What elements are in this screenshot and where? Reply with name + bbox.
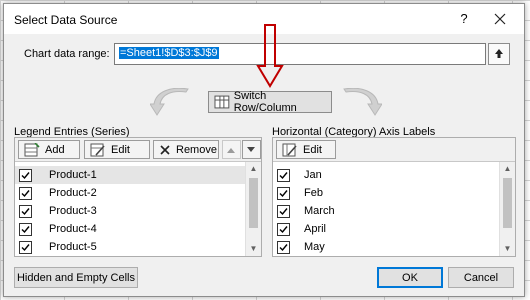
dialog-title: Select Data Source [14,13,118,27]
collapse-dialog-icon [495,49,503,58]
list-item[interactable]: Jan [273,166,499,184]
series-label: Product-3 [49,205,97,217]
checkmark-icon [279,207,288,215]
list-item[interactable]: Feb [273,184,499,202]
list-item[interactable]: Product-4 [15,220,245,238]
list-item[interactable]: May [273,238,499,256]
scroll-thumb[interactable] [503,178,512,228]
list-item[interactable]: Product-3 [15,202,245,220]
add-series-button[interactable]: Add [18,140,80,159]
series-label: Product-5 [49,241,97,253]
legend-entries-list: Product-1 Product-2 Product-3 Product-4 … [15,162,245,256]
axis-label-text: Feb [304,187,323,199]
chart-data-range-label: Chart data range: [24,48,110,60]
scroll-down-icon[interactable]: ▼ [500,242,515,256]
axis-label-text: March [304,205,335,217]
axis-label-checkbox[interactable] [277,240,290,254]
checkmark-icon [279,243,288,251]
close-button[interactable] [490,9,510,29]
list-item[interactable]: Product-2 [15,184,245,202]
legend-toolbar: Add Edit Remove [15,138,261,162]
scroll-thumb[interactable] [249,178,258,228]
help-button[interactable]: ? [456,11,472,27]
axis-label-checkbox[interactable] [277,186,290,200]
list-item[interactable]: Product-5 [15,238,245,256]
series-label: Product-1 [49,169,97,181]
gray-curved-arrow-left-icon [150,88,189,116]
gray-curved-arrow-right-icon [343,88,382,116]
move-up-icon [227,147,235,153]
edit-series-icon [90,143,105,156]
select-data-source-dialog: Select Data Source ? Chart data range: =… [3,3,525,297]
red-down-arrow-icon [256,24,284,88]
axis-labels-list: Jan Feb March April May [273,162,499,256]
cancel-button[interactable]: Cancel [448,267,514,288]
chart-data-range-input[interactable]: =Sheet1!$D$3:$J$9 [114,43,486,65]
edit-axis-icon [282,143,297,156]
edit-series-label: Edit [111,143,130,156]
hidden-empty-cells-label: Hidden and Empty Cells [16,271,135,284]
checkmark-icon [279,189,288,197]
checkmark-icon [21,189,30,197]
collapse-dialog-button[interactable] [488,43,510,65]
axis-labels-panel: Edit Jan Feb March April May ▲ ▼ [272,137,516,257]
legend-scrollbar[interactable]: ▲ ▼ [245,162,261,256]
hidden-empty-cells-button[interactable]: Hidden and Empty Cells [14,267,138,288]
axis-label-checkbox[interactable] [277,204,290,218]
switch-row-column-label: Switch Row/Column [233,90,297,114]
move-up-button[interactable] [222,140,241,159]
chart-data-range-value: =Sheet1!$D$3:$J$9 [119,47,219,59]
scroll-up-icon[interactable]: ▲ [246,162,261,176]
ok-label: OK [402,271,418,284]
scroll-down-icon[interactable]: ▼ [246,242,261,256]
move-down-button[interactable] [242,140,261,159]
add-series-icon [24,142,40,156]
series-checkbox[interactable] [19,186,32,200]
axis-scrollbar[interactable]: ▲ ▼ [499,162,515,256]
series-checkbox[interactable] [19,240,32,254]
axis-label-checkbox[interactable] [277,222,290,236]
axis-label-checkbox[interactable] [277,168,290,182]
list-item[interactable]: Product-1 [15,166,245,184]
series-checkbox[interactable] [19,204,32,218]
edit-series-button[interactable]: Edit [84,140,150,159]
close-icon [494,13,506,25]
legend-entries-panel: Add Edit Remove Product-1 Product-2 Prod… [14,137,262,257]
move-down-icon [247,146,255,152]
series-checkbox[interactable] [19,168,32,182]
checkmark-icon [279,225,288,233]
remove-series-icon [160,144,170,155]
checkmark-icon [21,207,30,215]
cancel-label: Cancel [463,271,499,284]
scroll-up-icon[interactable]: ▲ [500,162,515,176]
switch-row-column-button[interactable]: Switch Row/Column [208,90,332,114]
axis-toolbar: Edit [273,138,515,162]
series-label: Product-4 [49,223,97,235]
checkmark-icon [279,171,288,179]
ok-button[interactable]: OK [377,267,443,288]
list-item[interactable]: April [273,220,499,238]
checkmark-icon [21,243,30,251]
remove-series-button[interactable]: Remove [153,140,219,159]
checkmark-icon [21,171,30,179]
series-checkbox[interactable] [19,222,32,236]
edit-axis-button[interactable]: Edit [276,140,336,159]
series-label: Product-2 [49,187,97,199]
axis-label-text: Jan [304,169,322,181]
remove-series-label: Remove [176,143,217,156]
checkmark-icon [21,225,30,233]
axis-label-text: April [304,223,327,235]
list-item[interactable]: March [273,202,499,220]
axis-label-text: May [304,241,325,253]
switch-row-column-icon [214,95,230,109]
add-series-label: Add [45,143,65,156]
edit-axis-label: Edit [303,143,322,156]
